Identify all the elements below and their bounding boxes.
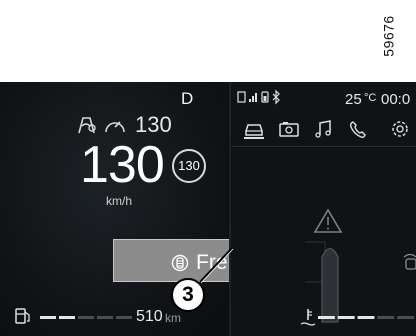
callout-marker: 3	[171, 278, 205, 312]
display-screen: D 130 130 130 km/h Freinez	[0, 82, 416, 336]
figure-number-text: 59676	[380, 15, 397, 57]
figure-number: 59676	[381, 6, 410, 68]
callout-leader-line	[199, 247, 234, 284]
